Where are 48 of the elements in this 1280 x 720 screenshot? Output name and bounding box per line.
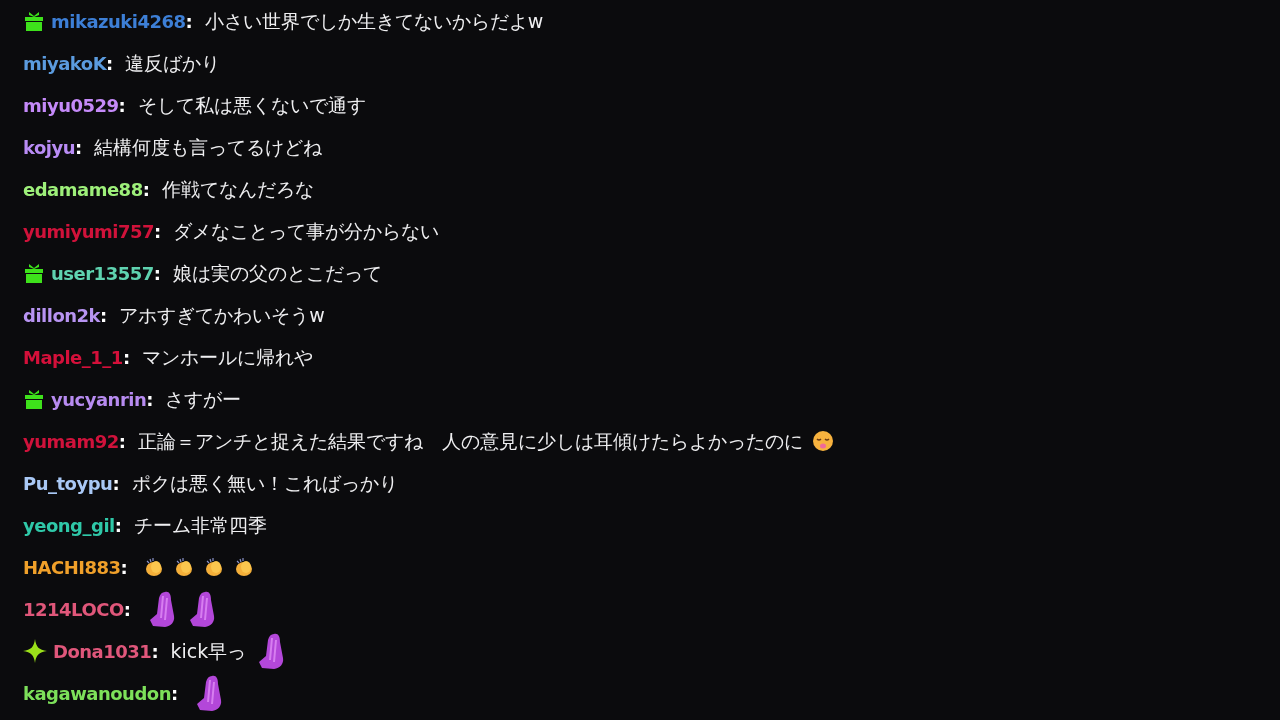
colon: : [112,471,120,496]
chat-message: そして私は悪くないで通す [137,92,366,118]
username[interactable]: kojyu [23,133,76,161]
chat-message: ダメなことって事が分からない [173,218,440,244]
chat-message: チーム非常四季 [133,512,267,538]
colon: : [118,93,126,118]
username[interactable]: 1214LOCO [23,595,124,623]
colon: : [123,597,131,622]
chat-message: 結構何度も言ってるけどね [94,134,323,160]
username[interactable]: edamame88 [23,175,143,203]
colon: : [171,681,179,706]
username[interactable]: Pu_toypu [23,469,113,497]
colon: : [151,639,159,664]
colon: : [75,135,83,160]
colon: : [153,261,161,286]
colon: : [154,219,162,244]
colon: : [185,9,193,34]
colon: : [142,177,150,202]
chat-message: 違反ばかり [125,50,221,76]
username[interactable]: HACHI883 [23,553,121,581]
chat-message: アホすぎてかわいそうw [119,302,325,328]
colon: : [146,387,154,412]
username[interactable]: yeong_gil [23,511,115,539]
username[interactable]: yumam92 [23,427,119,455]
colon: : [122,345,131,370]
username[interactable]: miyu0529 [23,91,119,119]
chat-message: マンホールに帰れや [142,344,314,370]
username[interactable]: user13557 [51,259,154,287]
chat-message: 娘は実の父のとこだって [172,260,382,286]
username[interactable]: yucyanrin [51,385,147,413]
username[interactable]: miyakoK [23,49,107,77]
chat-message: 小さい世界でしか生きてないからだよw [204,8,544,34]
username[interactable]: dillon2k [23,301,101,329]
chat-message: さすがー [165,386,242,412]
colon: : [120,555,128,580]
username[interactable]: Dona1031 [53,637,152,665]
username[interactable]: yumiyumi757 [23,217,155,245]
chat-message: 正論＝アンチと捉えた結果ですね 人の意見に少しは耳傾けたらよかったのに [137,428,803,454]
chat-message: ポクは悪く無い！こればっかり [131,470,398,496]
username[interactable]: mikazuki4268 [51,7,186,35]
colon: : [106,51,114,76]
chat-message: 作戦てなんだろな [161,176,314,202]
username[interactable]: kagawanoudon [23,679,171,707]
username[interactable]: Maple_1_1 [23,343,123,371]
colon: : [118,429,126,454]
colon: : [114,513,122,538]
chat-message: kick早っ [170,638,247,664]
colon: : [100,303,108,328]
